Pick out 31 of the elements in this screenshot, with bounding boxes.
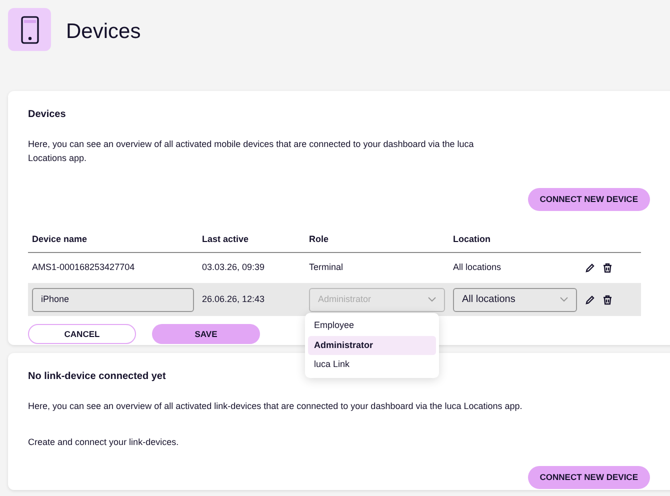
column-header: Device name	[28, 226, 198, 254]
page-title: Devices	[66, 19, 141, 45]
column-header: Last active	[198, 226, 305, 254]
connect-device-button[interactable]: CONNECT NEW DEVICE	[528, 188, 650, 211]
table-cell-text: 26.06.26, 12:43	[202, 292, 265, 306]
column-header: Location	[449, 226, 581, 254]
delete-icon[interactable]	[603, 263, 612, 274]
instruction-text: Create and connect your link-devices.	[28, 436, 180, 449]
table-cell-text: Terminal	[309, 261, 344, 274]
menu-item[interactable]: Employee	[308, 316, 436, 336]
location-dropdown[interactable]: All locations	[453, 288, 577, 312]
delete-icon[interactable]	[603, 294, 612, 305]
cancel-button[interactable]: CANCEL	[28, 324, 136, 344]
description-text: Here, you can see an overview of all activated link-devices that are connected to your dashboard via the luca Locations app.	[28, 400, 524, 413]
connect-device-button[interactable]: CONNECT NEW DEVICE	[528, 466, 650, 489]
name-input-field[interactable]: iPhone	[32, 288, 194, 312]
edit-icon[interactable]	[585, 263, 595, 274]
chevron-icon	[560, 297, 568, 302]
chevron-icon	[428, 297, 436, 302]
menu-item[interactable]: luca Link	[308, 355, 436, 375]
table-cell-text: All locations	[453, 261, 502, 274]
table-cell-text: 03.03.26, 09:39	[202, 261, 265, 274]
menu-item[interactable]: Administrator	[308, 336, 436, 356]
column-header: Role	[305, 226, 449, 254]
section-title: No link-device connected yet	[28, 370, 166, 384]
section-title: Devices	[28, 108, 66, 122]
edit-icon[interactable]	[585, 294, 595, 305]
save-button[interactable]: SAVE	[152, 324, 260, 344]
description-text: Here, you can see an overview of all activated mobile devices that are connected to your dashboard via the luca Locations app.	[28, 138, 475, 165]
table-cell-text: AMS1-000168253427704	[32, 261, 135, 274]
phone-app-icon	[8, 8, 51, 51]
